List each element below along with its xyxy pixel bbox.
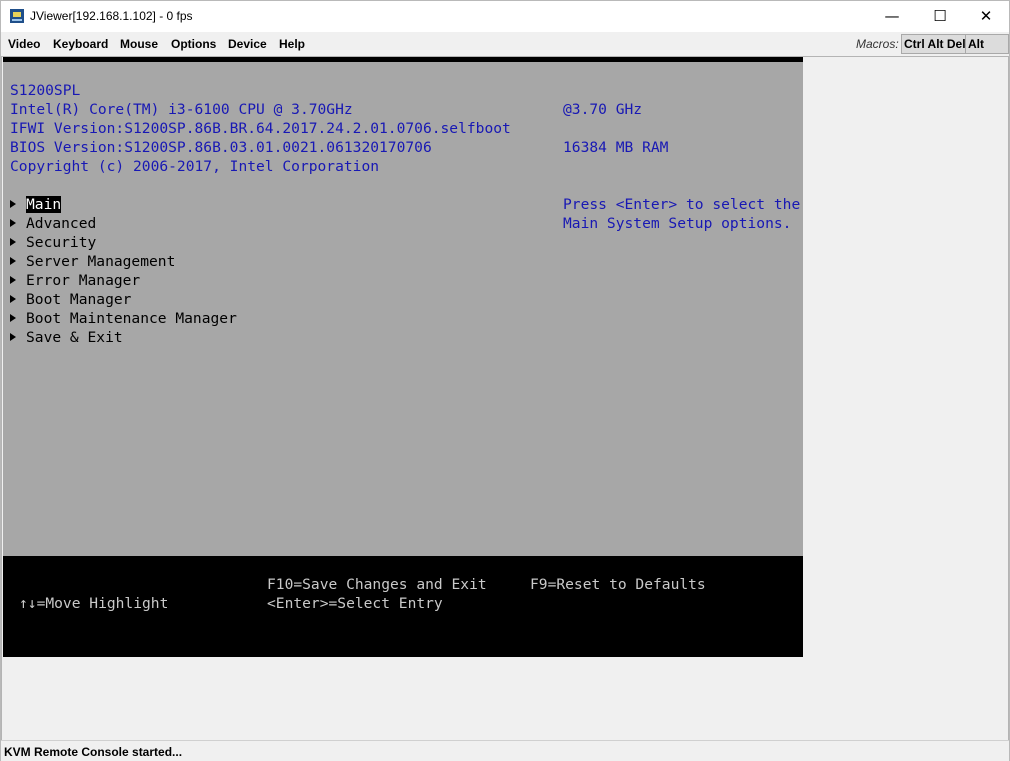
window-title: JViewer[192.168.1.102] - 0 fps [30,9,193,23]
menu-bar: Video Keyboard Mouse Options Device Help… [1,32,1009,69]
bios-menu-label: Main [26,196,62,213]
ifwi-version: IFWI Version:S1200SP.86B.BR.64.2017.24.2… [10,120,511,137]
bios-menu-label: Boot Maintenance Manager [26,310,237,327]
bios-menu-label: Server Management [26,253,176,270]
help-text-line-2: Main System Setup options. [563,215,792,232]
menu-video[interactable]: Video [8,37,40,51]
title-bar: JViewer[192.168.1.102] - 0 fps — ☐ ✕ [1,1,1009,32]
bios-menu-security[interactable]: Security [10,233,96,252]
remote-console-screen[interactable]: S1200SPL Intel(R) Core(TM) i3-6100 CPU @… [3,56,803,657]
bios-menu-save-exit[interactable]: Save & Exit [10,328,123,347]
maximize-button[interactable]: ☐ [917,1,963,31]
submenu-arrow-icon [10,314,16,322]
bios-menu-error-manager[interactable]: Error Manager [10,271,140,290]
status-bar: KVM Remote Console started... [1,740,1009,761]
bios-menu-main[interactable]: Main [10,195,62,214]
copyright: Copyright (c) 2006-2017, Intel Corporati… [10,158,380,175]
menu-mouse[interactable]: Mouse [120,37,158,51]
move-highlight-hint: ↑↓=Move Highlight [19,595,169,612]
help-text-line-1: Press <Enter> to select the [563,196,801,213]
enter-select-hint: <Enter>=Select Entry [267,595,443,612]
submenu-arrow-icon [10,200,16,208]
board-name: S1200SPL [10,82,81,99]
f9-reset-hint: F9=Reset to Defaults [530,576,706,593]
bios-menu-label: Save & Exit [26,329,123,346]
bios-menu-advanced[interactable]: Advanced [10,214,96,233]
menu-keyboard[interactable]: Keyboard [53,37,108,51]
viewer-empty-area [803,56,1007,739]
submenu-arrow-icon [10,257,16,265]
cpu-info: Intel(R) Core(TM) i3-6100 CPU @ 3.70GHz [10,101,353,118]
submenu-arrow-icon [10,276,16,284]
jviewer-app-icon [10,9,24,23]
bios-menu-label: Boot Manager [26,291,132,308]
console-top-border [3,56,803,62]
close-button[interactable]: ✕ [963,1,1009,31]
bios-menu-boot-manager[interactable]: Boot Manager [10,290,131,309]
key-help-bar: F10=Save Changes and Exit F9=Reset to De… [3,556,803,657]
cpu-speed: @3.70 GHz [563,101,643,118]
macros-label: Macros: [856,37,899,51]
submenu-arrow-icon [10,238,16,246]
bios-menu-server-management[interactable]: Server Management [10,252,175,271]
ram-info: 16384 MB RAM [563,139,669,156]
alt-tab-button[interactable]: Alt Tab [965,34,1009,69]
status-message: KVM Remote Console started... [4,745,183,759]
menu-device[interactable]: Device [228,37,267,51]
minimize-button[interactable]: — [869,1,915,31]
f10-save-hint: F10=Save Changes and Exit [267,576,487,593]
submenu-arrow-icon [10,295,16,303]
submenu-arrow-icon [10,219,16,227]
menu-options[interactable]: Options [171,37,216,51]
bios-menu-boot-maintenance-manager[interactable]: Boot Maintenance Manager [10,309,237,328]
bios-menu-label: Error Manager [26,272,141,289]
bios-version: BIOS Version:S1200SP.86B.03.01.0021.0613… [10,139,432,156]
jviewer-window: JViewer[192.168.1.102] - 0 fps — ☐ ✕ Vid… [0,0,1010,761]
bios-menu-label: Advanced [26,215,97,232]
submenu-arrow-icon [10,333,16,341]
bios-menu-label: Security [26,234,97,251]
menu-help[interactable]: Help [279,37,305,51]
ctrl-alt-del-button[interactable]: Ctrl Alt Del [901,34,969,54]
